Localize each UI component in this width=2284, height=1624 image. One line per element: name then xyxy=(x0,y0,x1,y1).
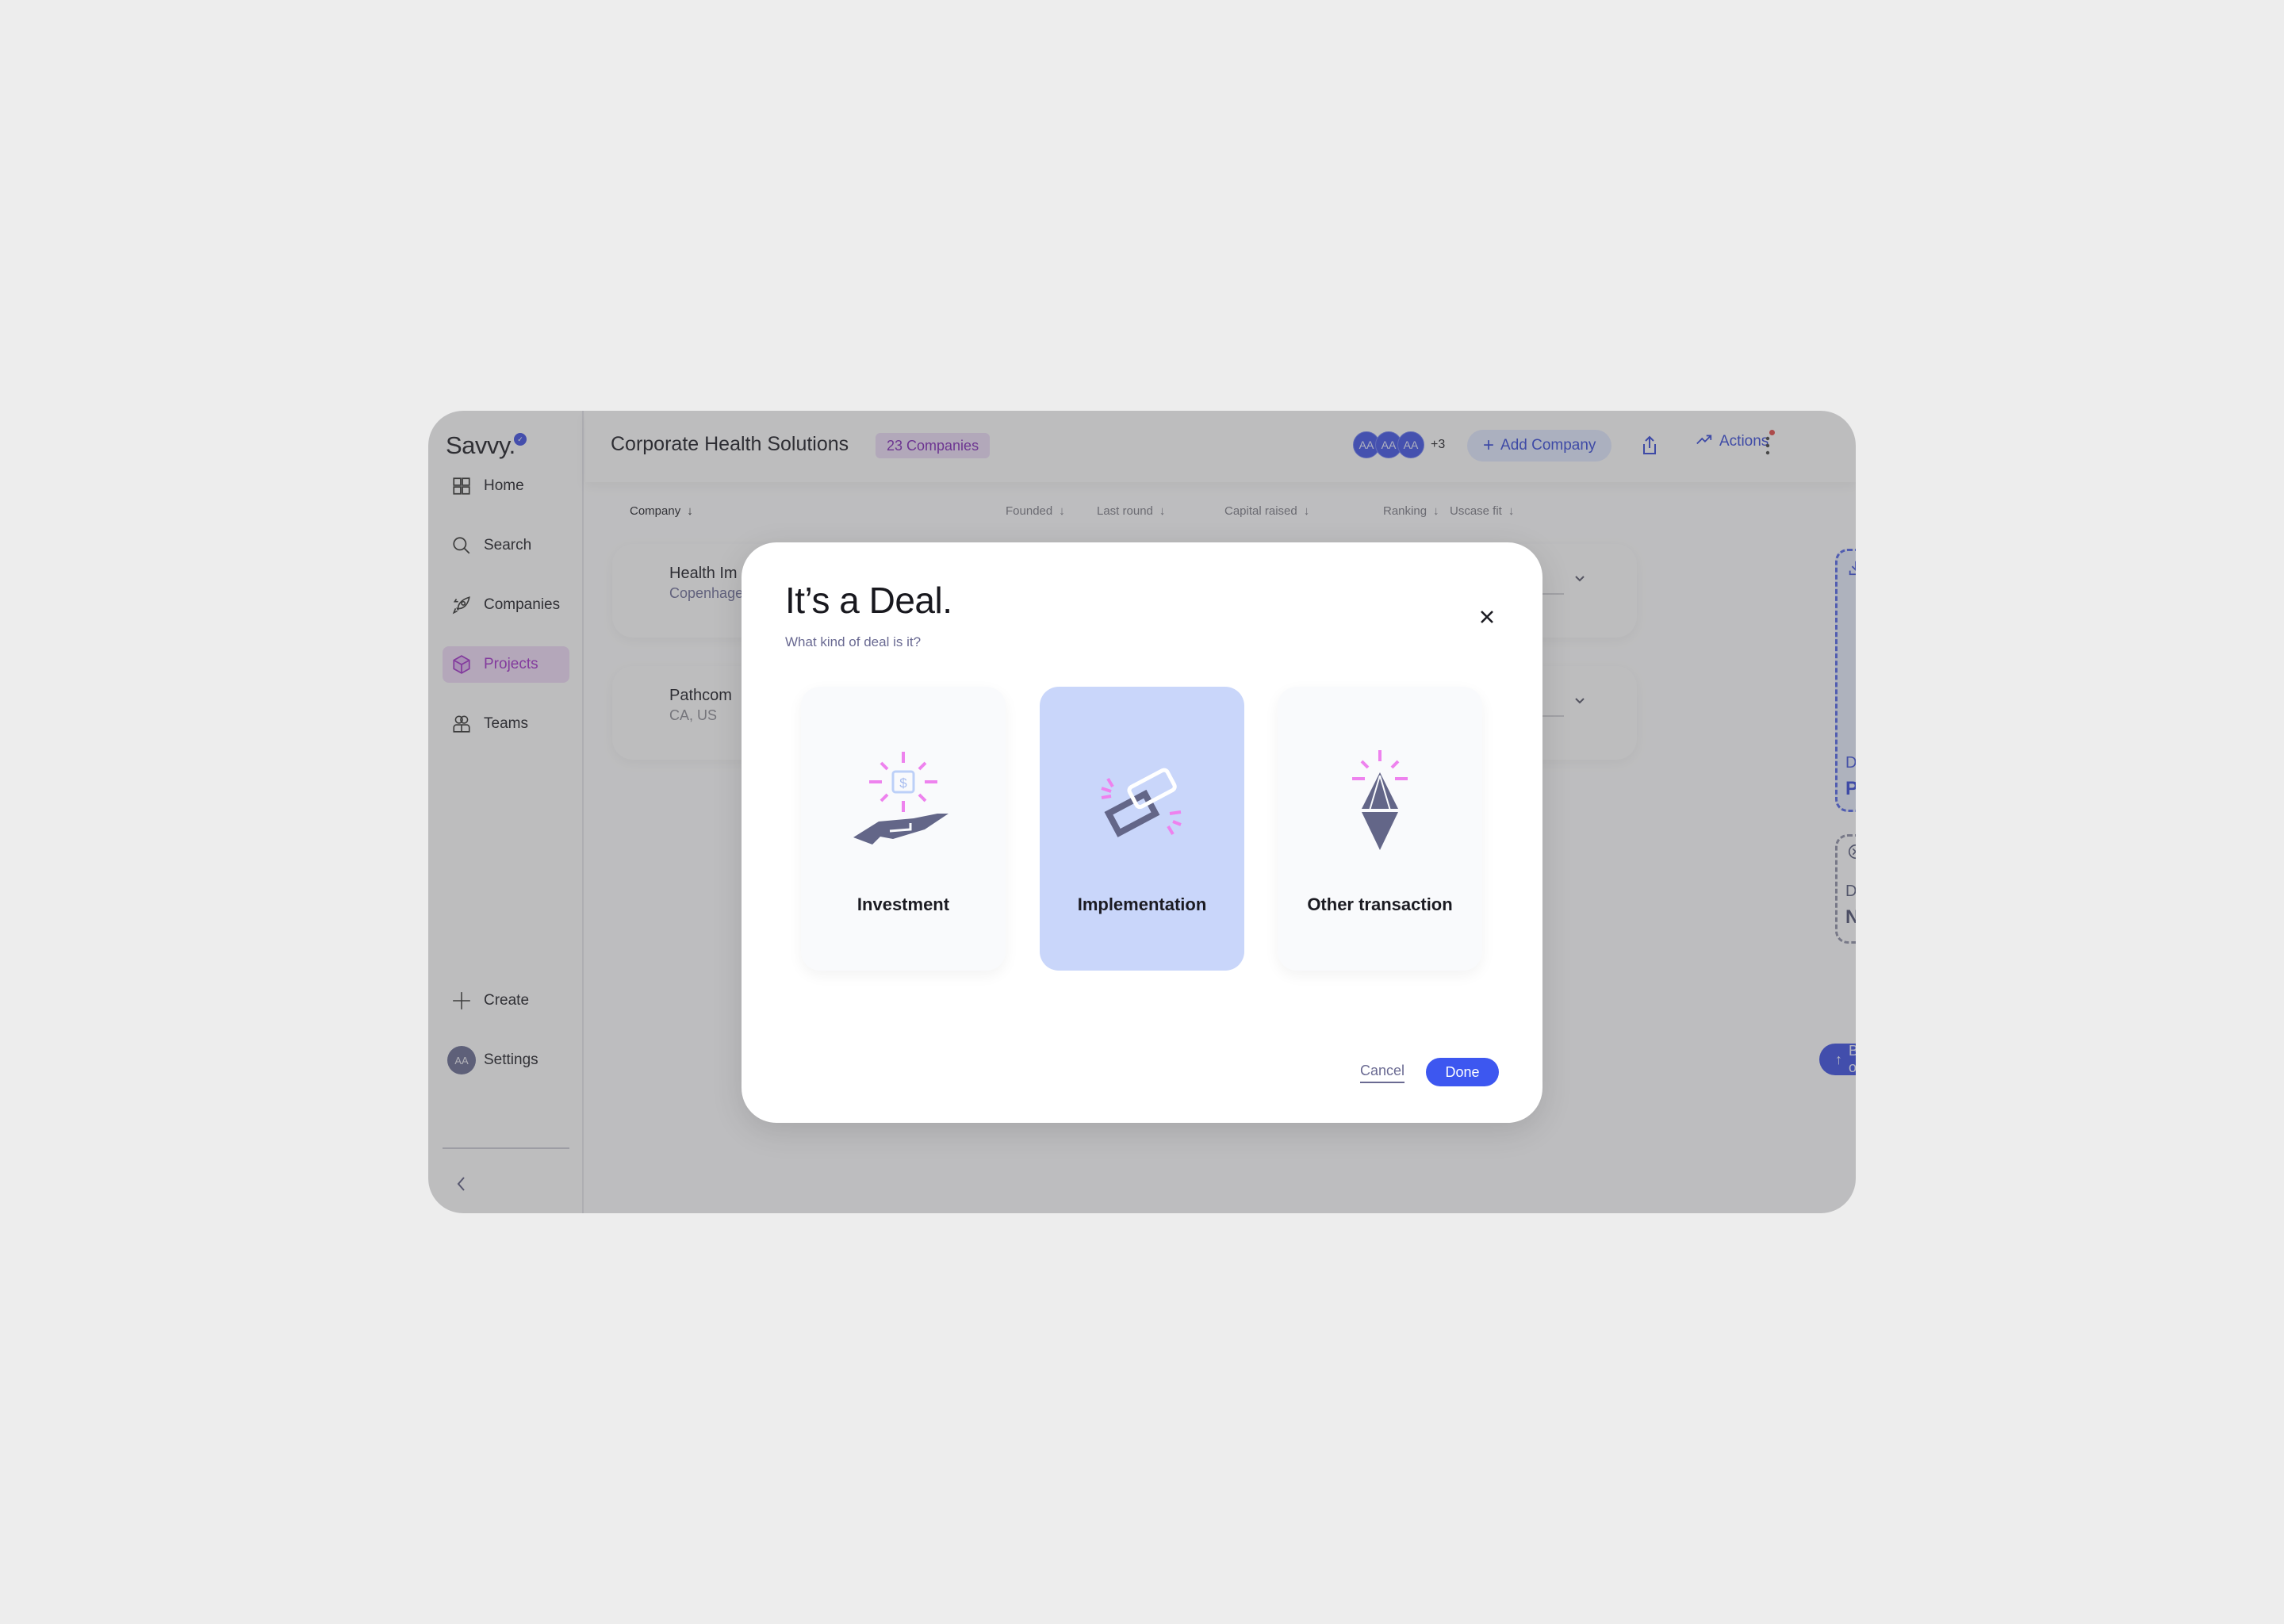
option-label: Investment xyxy=(856,894,950,914)
modal-subtitle: What kind of deal is it? xyxy=(785,634,922,649)
done-button[interactable]: Done xyxy=(1426,1058,1499,1086)
option-label: Implementation xyxy=(1077,894,1207,914)
option-other-transaction[interactable]: Other transaction xyxy=(1278,687,1482,971)
modal-title: It’s a Deal. xyxy=(785,580,952,621)
close-icon[interactable] xyxy=(1476,606,1498,628)
svg-text:$: $ xyxy=(899,776,907,791)
chain-link-icon xyxy=(1090,749,1194,852)
hand-money-icon: $ xyxy=(852,749,955,852)
option-implementation[interactable]: Implementation xyxy=(1040,687,1244,971)
diamond-icon xyxy=(1328,749,1431,852)
cancel-button[interactable]: Cancel xyxy=(1360,1063,1405,1083)
option-investment[interactable]: $ Investment xyxy=(801,687,1006,971)
option-label: Other transaction xyxy=(1307,894,1453,914)
deal-type-modal: It’s a Deal. What kind of deal is it? $ … xyxy=(742,542,1542,1123)
